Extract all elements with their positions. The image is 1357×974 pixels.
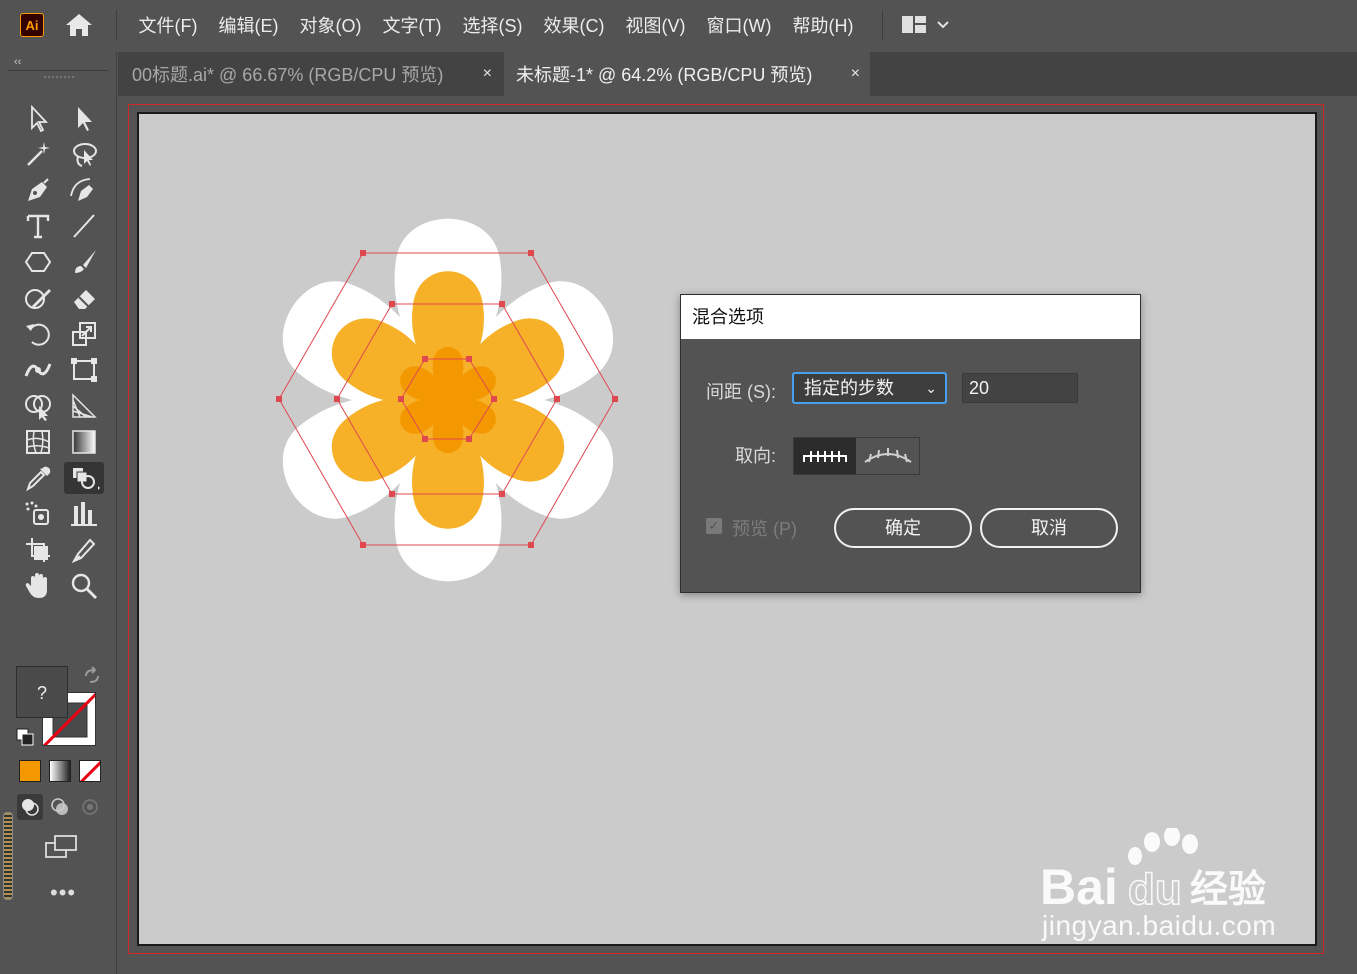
panel-scroll-handle[interactable] (3, 812, 13, 900)
color-mode-icon[interactable] (19, 760, 41, 782)
align-to-page-button[interactable] (794, 438, 856, 474)
curvature-tool-icon[interactable] (68, 174, 100, 206)
artboard-tool-icon[interactable] (22, 534, 54, 566)
svg-text:Bai: Bai (1040, 859, 1118, 915)
orientation-buttons (793, 437, 920, 475)
spacing-label: 间距 (S): (706, 382, 776, 402)
separator (116, 10, 117, 40)
screen-mode-icon[interactable] (44, 834, 78, 860)
shaper-tool-icon[interactable] (22, 282, 54, 314)
chevron-down-icon: ⌄ (925, 380, 937, 396)
tab-label: 00标题.ai* @ 66.67% (RGB/CPU 预览) (132, 65, 444, 85)
magic-wand-tool-icon[interactable] (22, 138, 54, 170)
tab-close-icon[interactable]: × (851, 64, 860, 84)
more-tools-icon[interactable]: ••• (50, 880, 76, 906)
flower-artwork[interactable] (250, 190, 650, 610)
main-menu: 文件(F) 编辑(E) 对象(O) 文字(T) 选择(S) 效果(C) 视图(V… (128, 0, 864, 50)
gradient-tool-icon[interactable] (68, 426, 100, 458)
menu-type[interactable]: 文字(T) (372, 12, 452, 38)
direct-selection-tool-icon[interactable] (68, 102, 100, 134)
symbol-sprayer-tool-icon[interactable] (22, 498, 54, 530)
tab-close-icon[interactable]: × (483, 64, 492, 84)
fill-stroke-swatches: ? (16, 666, 100, 748)
watermark-url: jingyan.baidu.com (1042, 910, 1277, 941)
draw-behind-icon[interactable] (47, 794, 73, 820)
separator (882, 10, 883, 40)
width-tool-icon[interactable] (22, 354, 54, 386)
collapse-panel-icon[interactable]: ‹‹ (14, 56, 21, 68)
preview-label: 预览 (P) (732, 519, 797, 539)
menu-effect[interactable]: 效果(C) (533, 12, 615, 38)
steps-input[interactable] (962, 373, 1078, 403)
selection-tool-icon[interactable] (22, 102, 54, 134)
column-graph-tool-icon[interactable] (68, 498, 100, 530)
swap-fill-stroke-icon[interactable] (82, 666, 102, 686)
panel-grip[interactable] (44, 76, 74, 82)
home-icon[interactable] (64, 11, 94, 39)
scale-tool-icon[interactable] (68, 318, 100, 350)
fill-swatch[interactable]: ? (16, 666, 68, 718)
spacing-value: 指定的步数 (804, 378, 894, 398)
mesh-tool-icon[interactable] (22, 426, 54, 458)
zoom-tool-icon[interactable] (68, 570, 100, 602)
document-tab-bar: 00标题.ai* @ 66.67% (RGB/CPU 预览) × 未标题-1* … (118, 52, 1357, 96)
illustrator-logo: Ai (20, 13, 44, 37)
polygon-tool-icon[interactable] (22, 246, 54, 278)
rotate-tool-icon[interactable] (22, 318, 54, 350)
ok-button[interactable]: 确定 (834, 508, 972, 548)
free-transform-tool-icon[interactable] (68, 354, 100, 386)
default-fill-stroke-icon[interactable] (16, 728, 34, 746)
draw-inside-icon[interactable] (77, 794, 103, 820)
eyedropper-tool-icon[interactable] (22, 462, 54, 494)
cancel-button[interactable]: 取消 (980, 508, 1118, 548)
svg-text:du: du (1128, 865, 1182, 914)
workspace-switcher-icon[interactable] (900, 14, 952, 36)
document-tab-active[interactable]: 未标题-1* @ 64.2% (RGB/CPU 预览) × (504, 52, 870, 96)
align-to-path-button[interactable] (857, 438, 919, 474)
slice-tool-icon[interactable] (68, 534, 100, 566)
paintbrush-tool-icon[interactable] (68, 246, 100, 278)
align-to-path-icon (864, 448, 912, 463)
perspective-grid-tool-icon[interactable] (68, 390, 100, 422)
spacing-dropdown[interactable]: 指定的步数 ⌄ (792, 372, 947, 404)
line-tool-icon[interactable] (68, 210, 100, 242)
lasso-tool-icon[interactable] (68, 138, 100, 170)
blend-tool-icon[interactable] (64, 462, 104, 494)
pen-tool-icon[interactable] (22, 174, 54, 206)
draw-normal-icon[interactable] (17, 794, 43, 820)
tools-panel: ‹‹ ? ••• (0, 52, 117, 974)
menu-window[interactable]: 窗口(W) (696, 12, 782, 38)
gradient-mode-icon[interactable] (49, 760, 71, 782)
align-to-page-icon (803, 451, 847, 462)
dialog-title[interactable]: 混合选项 (681, 295, 1140, 339)
menu-bar: Ai 文件(F) 编辑(E) 对象(O) 文字(T) 选择(S) 效果(C) 视… (0, 0, 1357, 50)
none-mode-icon[interactable] (79, 760, 101, 782)
hand-tool-icon[interactable] (22, 570, 54, 602)
type-tool-icon[interactable] (22, 210, 54, 242)
menu-view[interactable]: 视图(V) (615, 12, 696, 38)
preview-checkbox[interactable]: ✓ (706, 518, 722, 534)
menu-object[interactable]: 对象(O) (289, 12, 372, 38)
menu-help[interactable]: 帮助(H) (782, 12, 864, 38)
panel-header-line (8, 70, 108, 71)
menu-file[interactable]: 文件(F) (128, 12, 208, 38)
tab-label: 未标题-1* @ 64.2% (RGB/CPU 预览) (516, 65, 813, 85)
menu-select[interactable]: 选择(S) (452, 12, 533, 38)
shape-builder-tool-icon[interactable] (22, 390, 54, 422)
blend-options-dialog: 混合选项 间距 (S): 指定的步数 ⌄ 取向: ✓ 预览 (P) 确定 取消 (680, 294, 1141, 593)
svg-text:经验: 经验 (1190, 867, 1266, 911)
eraser-tool-icon[interactable] (68, 282, 100, 314)
orientation-label: 取向: (735, 446, 777, 466)
document-tab-inactive[interactable]: 00标题.ai* @ 66.67% (RGB/CPU 预览) × (118, 52, 502, 96)
menu-edit[interactable]: 编辑(E) (208, 12, 289, 38)
